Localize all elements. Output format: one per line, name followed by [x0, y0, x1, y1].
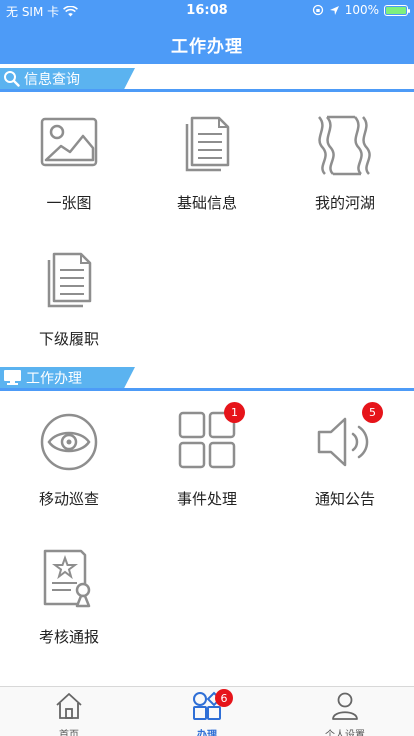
eye-icon — [37, 410, 101, 474]
status-right: 100% — [312, 3, 410, 17]
river-waves-icon — [313, 114, 377, 178]
tab-work[interactable]: 6 办理 — [138, 687, 276, 736]
grid-item-label: 基础信息 — [176, 194, 237, 212]
rotation-lock-icon — [312, 4, 323, 16]
section-header-info-query: 信息查询 — [0, 68, 414, 92]
section-tag: 工作办理 — [0, 367, 135, 388]
grid-item-label: 我的河湖 — [314, 194, 375, 212]
tab-settings[interactable]: 个人设置 — [276, 687, 414, 736]
grid-item-map[interactable]: 一张图 — [0, 114, 138, 213]
grid-item-label: 事件处理 — [176, 490, 237, 508]
grid-item-basic-info[interactable]: 基础信息 — [138, 114, 276, 213]
tab-label: 首页 — [59, 730, 79, 736]
certificate-icon — [37, 548, 101, 612]
tab-bar: 首页 6 办理 个人设置 — [0, 686, 414, 736]
notification-badge: 5 — [362, 402, 383, 423]
grid-item-label: 一张图 — [46, 194, 92, 212]
section-title: 信息查询 — [24, 71, 80, 88]
app-header: 无 SIM 卡 16:08 100% 工作办理 — [0, 0, 414, 64]
grid-item-label: 移动巡查 — [38, 490, 99, 508]
page-title: 工作办理 — [171, 37, 243, 57]
grid-item-label: 考核通报 — [38, 628, 99, 646]
grid-item-label: 下级履职 — [38, 330, 99, 348]
picture-icon — [37, 114, 101, 178]
section-title: 工作办理 — [26, 370, 82, 387]
tab-home[interactable]: 首页 — [0, 687, 138, 736]
battery-percent: 100% — [344, 3, 379, 17]
search-icon — [4, 71, 20, 87]
grid-squares-icon: 1 — [175, 402, 245, 474]
grid-item-assessment-report[interactable]: 考核通报 — [0, 548, 138, 647]
section-divider — [0, 388, 414, 391]
document-stack-icon — [175, 114, 239, 178]
grid-item-event-handling[interactable]: 1 事件处理 — [138, 402, 276, 509]
document-stack-icon — [37, 250, 101, 314]
battery-icon — [384, 4, 410, 16]
grid-item-notices[interactable]: 5 通知公告 — [276, 402, 414, 509]
section-divider — [0, 89, 414, 92]
user-icon — [332, 692, 358, 720]
section-header-work: 工作办理 — [0, 367, 414, 391]
speaker-icon: 5 — [313, 402, 383, 474]
tab-label: 个人设置 — [325, 730, 365, 736]
status-bar: 无 SIM 卡 16:08 100% — [0, 0, 414, 20]
monitor-icon — [4, 370, 21, 385]
grid-item-mobile-patrol[interactable]: 移动巡查 — [0, 410, 138, 509]
location-arrow-icon — [329, 5, 339, 15]
section-tag: 信息查询 — [0, 68, 135, 89]
tab-badge: 6 — [215, 689, 233, 707]
grid-item-subordinate-duties[interactable]: 下级履职 — [0, 250, 138, 349]
home-icon — [56, 693, 82, 719]
grid-item-label: 通知公告 — [314, 490, 375, 508]
tab-label: 办理 — [197, 730, 217, 736]
grid-item-my-rivers[interactable]: 我的河湖 — [276, 114, 414, 213]
notification-badge: 1 — [224, 402, 245, 423]
